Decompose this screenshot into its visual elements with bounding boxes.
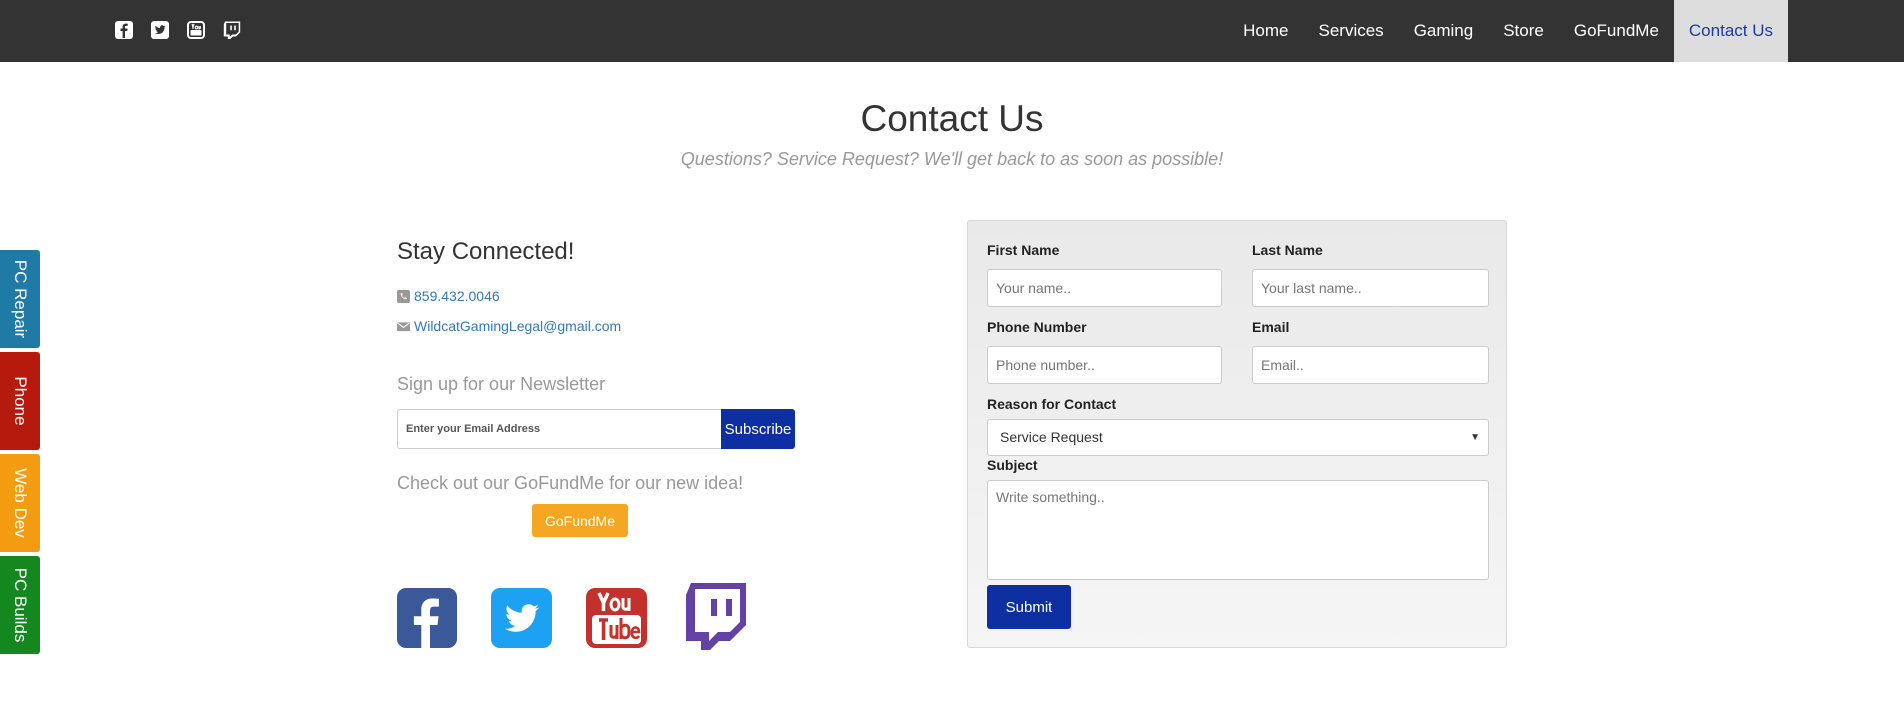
navbar-social-icons xyxy=(114,20,242,40)
last-name-label: Last Name xyxy=(1252,242,1323,258)
facebook-large-icon[interactable] xyxy=(397,588,457,648)
subject-label: Subject xyxy=(987,457,1038,473)
side-tab-pc-repair[interactable]: PC Repair xyxy=(0,250,40,348)
twitter-icon[interactable] xyxy=(150,20,170,40)
nav-services[interactable]: Services xyxy=(1304,0,1399,62)
side-tab-label: PC Builds xyxy=(11,567,30,643)
email-address-link[interactable]: WildcatGamingLegal@gmail.com xyxy=(414,318,621,334)
newsletter-email-input[interactable] xyxy=(397,409,722,449)
page-title: Contact Us xyxy=(860,98,1044,139)
reason-label: Reason for Contact xyxy=(987,396,1117,412)
nav-home[interactable]: Home xyxy=(1228,0,1303,62)
first-name-field[interactable] xyxy=(987,269,1222,307)
reason-select[interactable]: Service Request ▼ xyxy=(987,419,1489,456)
nav-gofundme[interactable]: GoFundMe xyxy=(1559,0,1674,62)
email-label: Email xyxy=(1252,319,1290,335)
contact-form: First Name Last Name Phone Number Email … xyxy=(967,220,1507,648)
nav-store[interactable]: Store xyxy=(1488,0,1559,62)
reason-selected-value: Service Request xyxy=(1000,429,1103,445)
first-name-label: First Name xyxy=(987,242,1060,258)
nav-contact-us[interactable]: Contact Us xyxy=(1673,0,1788,62)
phone-line: 859.432.0046 xyxy=(397,288,500,304)
twitch-large-icon[interactable] xyxy=(684,583,748,650)
submit-button[interactable]: Submit xyxy=(987,585,1071,629)
side-tab-web-dev[interactable]: Web Dev xyxy=(0,454,40,552)
side-tab-phone[interactable]: Phone xyxy=(0,352,40,450)
twitter-large-icon[interactable] xyxy=(491,588,552,648)
newsletter-heading: Sign up for our Newsletter xyxy=(397,374,606,394)
subject-textarea[interactable] xyxy=(987,480,1489,580)
youtube-icon[interactable] xyxy=(186,20,206,40)
side-tab-pc-builds[interactable]: PC Builds xyxy=(0,556,40,654)
side-tab-label: Web Dev xyxy=(11,468,30,538)
email-line: WildcatGamingLegal@gmail.com xyxy=(397,318,621,334)
phone-number-link[interactable]: 859.432.0046 xyxy=(414,288,500,304)
last-name-field[interactable] xyxy=(1252,269,1489,307)
subscribe-button[interactable]: Subscribe xyxy=(721,409,795,449)
page-subtitle: Questions? Service Request? We'll get ba… xyxy=(680,149,1224,169)
top-navbar: Home Services Gaming Store GoFundMe Cont… xyxy=(0,0,1904,62)
gofundme-button[interactable]: GoFundMe xyxy=(532,504,628,537)
side-tab-label: PC Repair xyxy=(11,259,30,339)
gofundme-heading: Check out our GoFundMe for our new idea! xyxy=(397,473,744,493)
twitch-icon[interactable] xyxy=(222,20,242,40)
stay-connected-heading: Stay Connected! xyxy=(397,238,575,265)
envelope-icon xyxy=(397,321,410,331)
main-nav: Home Services Gaming Store GoFundMe Cont… xyxy=(1228,0,1788,62)
email-field[interactable] xyxy=(1252,346,1489,384)
chevron-down-icon: ▼ xyxy=(1470,432,1480,443)
phone-icon xyxy=(397,289,410,303)
side-tab-label: Phone xyxy=(11,376,30,426)
facebook-icon[interactable] xyxy=(114,20,134,40)
youtube-large-icon[interactable] xyxy=(586,588,647,648)
nav-gaming[interactable]: Gaming xyxy=(1399,0,1489,62)
phone-number-field[interactable] xyxy=(987,346,1222,384)
phone-number-label: Phone Number xyxy=(987,319,1087,335)
